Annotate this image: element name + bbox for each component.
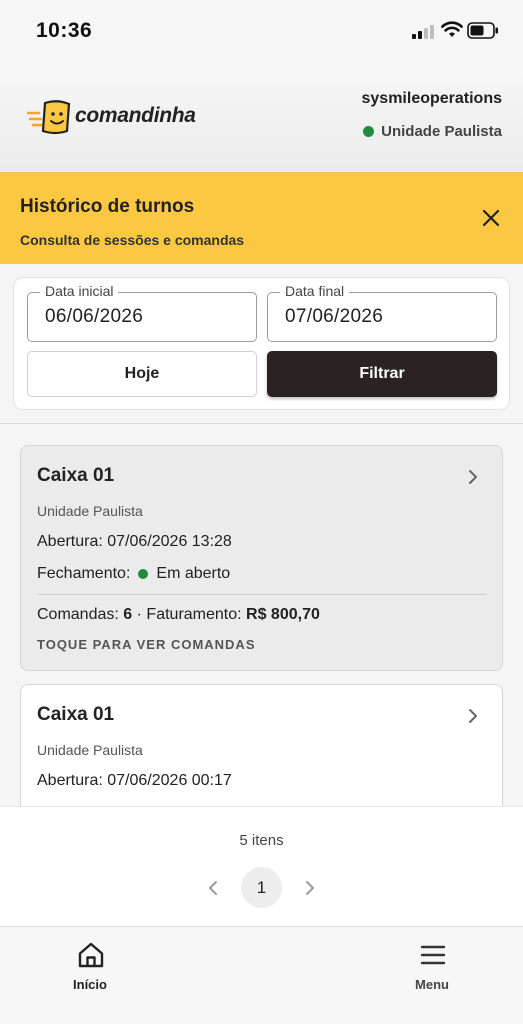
comandas-count: 6: [123, 606, 133, 623]
stats-separator: ·: [136, 606, 142, 623]
filter-button[interactable]: Filtrar: [267, 351, 497, 397]
card-divider: [37, 594, 486, 595]
unit-indicator: Unidade Paulista: [363, 123, 502, 140]
pagination: 5 itens 1: [0, 806, 523, 926]
session-card[interactable]: Caixa 01 Unidade Paulista Abertura: 07/0…: [20, 684, 503, 806]
end-date-field[interactable]: Data final 07/06/2026: [267, 283, 497, 342]
nav-item-menu[interactable]: Menu: [382, 941, 482, 1001]
chevron-right-icon[interactable]: [302, 879, 318, 897]
logo-mark-icon: [27, 100, 71, 135]
chevron-right-icon: [469, 470, 477, 484]
home-icon: [78, 942, 104, 968]
session-opening: Abertura: 07/06/2026 00:17: [37, 772, 232, 789]
items-count: 5 itens: [239, 832, 284, 849]
wifi-icon: [441, 21, 463, 37]
revenue-label: Faturamento:: [146, 606, 242, 623]
status-time: 10:36: [36, 19, 93, 42]
close-icon[interactable]: [481, 208, 501, 228]
session-title: Caixa 01: [37, 704, 115, 725]
chevron-right-icon: [469, 709, 477, 723]
session-opening: Abertura: 07/06/2026 13:28: [37, 533, 232, 550]
session-title: Caixa 01: [37, 465, 115, 486]
nav-label-menu: Menu: [415, 977, 449, 992]
page-subtitle: Consulta de sessões e comandas: [20, 232, 245, 248]
open-status-dot: [138, 569, 149, 579]
nav-item-home[interactable]: Início: [40, 941, 140, 1001]
page-title: Histórico de turnos: [20, 196, 195, 217]
app-screen: 10:36 comandinha sysmileoperations Unida…: [0, 0, 523, 1024]
session-unit: Unidade Paulista: [37, 503, 143, 519]
cellular-signal-icon: [412, 24, 436, 39]
start-date-field[interactable]: Data inicial 06/06/2026: [27, 283, 257, 342]
battery-icon: [467, 22, 498, 39]
unit-name: Unidade Paulista: [381, 123, 502, 140]
comandas-label: Comandas:: [37, 606, 119, 623]
end-date-value[interactable]: 07/06/2026: [285, 306, 383, 328]
nav-label-home: Início: [73, 977, 107, 992]
session-card[interactable]: Caixa 01 Unidade Paulista Abertura: 07/0…: [20, 445, 503, 671]
start-date-label: Data inicial: [40, 283, 119, 299]
today-button[interactable]: Hoje: [27, 351, 257, 397]
logo-text: comandinha: [75, 104, 196, 127]
session-list[interactable]: Caixa 01 Unidade Paulista Abertura: 07/0…: [0, 424, 523, 806]
start-date-value[interactable]: 06/06/2026: [45, 306, 143, 328]
session-closing: Fechamento: Em aberto: [37, 565, 230, 583]
page-number-button[interactable]: 1: [241, 867, 282, 908]
app-header: comandinha sysmileoperations Unidade Pau…: [0, 62, 523, 172]
username: sysmileoperations: [361, 90, 503, 107]
closing-status: Em aberto: [156, 565, 231, 582]
chevron-left-icon[interactable]: [205, 879, 221, 897]
tap-hint: TOQUE PARA VER COMANDAS: [37, 637, 256, 652]
hamburger-menu-icon: [420, 945, 446, 965]
online-status-dot: [363, 126, 375, 137]
page-banner: Histórico de turnos Consulta de sessões …: [0, 172, 523, 264]
date-filter-card: Data inicial 06/06/2026 Data final 07/06…: [13, 277, 510, 410]
session-unit: Unidade Paulista: [37, 742, 143, 758]
closing-label: Fechamento:: [37, 565, 131, 582]
status-bar: 10:36: [0, 0, 523, 62]
revenue-value: R$ 800,70: [246, 606, 320, 623]
bottom-navigation: Início Menu: [0, 926, 523, 1024]
session-stats: Comandas: 6 · Faturamento: R$ 800,70: [37, 606, 320, 624]
comandinha-logo: comandinha: [27, 99, 197, 135]
end-date-label: Data final: [280, 283, 350, 299]
